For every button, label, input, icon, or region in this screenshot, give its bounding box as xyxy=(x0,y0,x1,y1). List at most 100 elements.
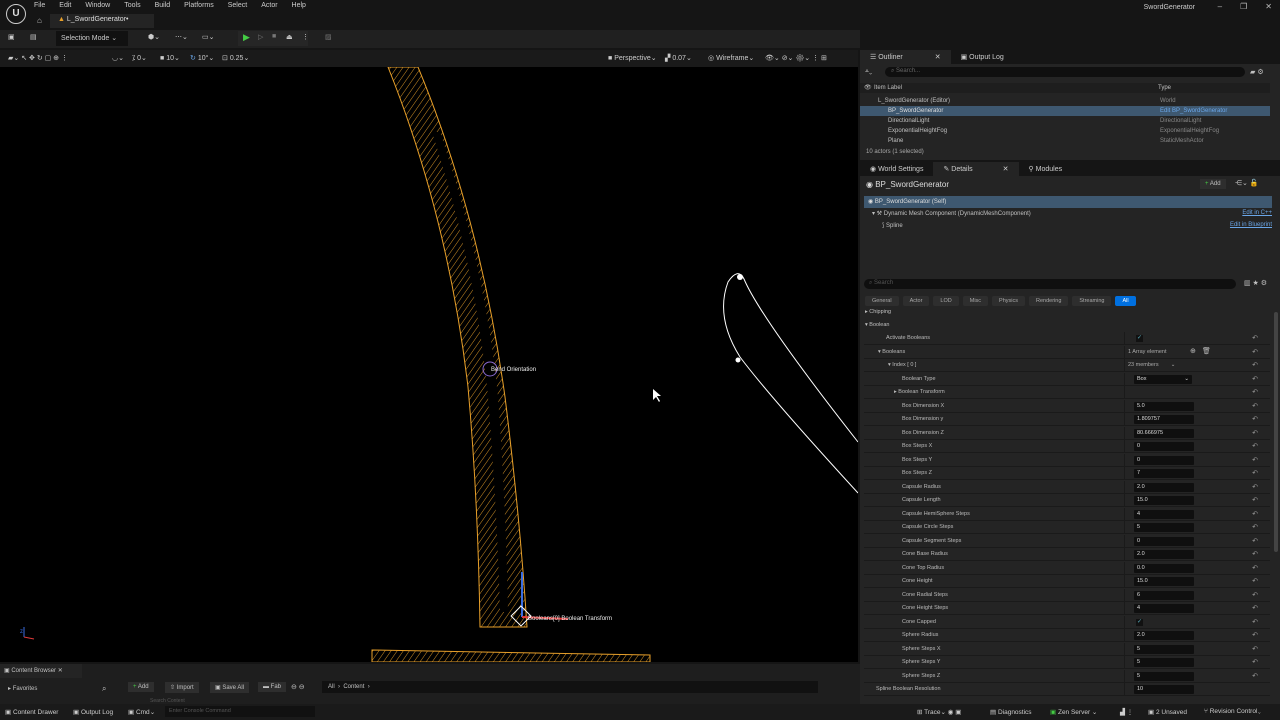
filter-icon[interactable]: ⩡⌄ xyxy=(865,68,872,76)
unsaved-button[interactable]: ▣ 2 Unsaved xyxy=(1148,708,1187,716)
menu-help[interactable]: Help xyxy=(292,2,306,9)
reset-to-default-icon[interactable]: ↶ xyxy=(1252,672,1258,680)
outliner-row[interactable]: Plane StaticMeshActor xyxy=(860,136,1270,146)
save-icon[interactable]: ▣ xyxy=(8,33,15,41)
filter-lod[interactable]: LOD xyxy=(933,296,959,306)
reset-to-default-icon[interactable]: ↶ xyxy=(1252,483,1258,491)
reset-to-default-icon[interactable]: ↶ xyxy=(1252,334,1258,342)
reset-to-default-icon[interactable]: ↶ xyxy=(1252,631,1258,639)
play-icon[interactable]: ▶ xyxy=(243,32,250,43)
add-element-icon[interactable]: ⊕ xyxy=(1190,347,1196,355)
property-input[interactable]: 1.809757 xyxy=(1134,415,1194,424)
fab-button[interactable]: ▬ Fab xyxy=(258,682,287,692)
property-dropdown[interactable]: Box ⌄ xyxy=(1134,374,1192,384)
snap-translate[interactable]: ⁒ 0⌄ xyxy=(132,54,147,62)
tab-details[interactable]: ✎ Details ✕ xyxy=(933,162,1019,176)
stop-icon[interactable]: ■ xyxy=(272,33,276,40)
property-input[interactable]: 0.0 xyxy=(1134,563,1194,573)
property-input[interactable]: 15.0 xyxy=(1134,577,1194,586)
section-chipping[interactable]: ▸ Chipping xyxy=(865,309,891,315)
reset-to-default-icon[interactable]: ↶ xyxy=(1252,388,1258,396)
reset-to-default-icon[interactable]: ↶ xyxy=(1252,469,1258,477)
property-value[interactable]: 23 members ⌄ xyxy=(1128,362,1175,368)
output-log-button[interactable]: ▣ Output Log xyxy=(73,708,113,716)
property-input[interactable]: 5 xyxy=(1134,523,1194,532)
grid-snap[interactable]: ■ 10⌄ xyxy=(160,54,180,62)
camera-speed[interactable]: ▞ 0.07⌄ xyxy=(665,54,692,62)
reset-to-default-icon[interactable]: ↶ xyxy=(1252,645,1258,653)
zen-server-button[interactable]: ▣ Zen Server ⌄ xyxy=(1050,708,1097,716)
section-boolean[interactable]: ▾ Boolean xyxy=(865,322,889,328)
filter-rendering[interactable]: Rendering xyxy=(1029,296,1069,306)
property-input[interactable]: 5.0 xyxy=(1134,401,1194,411)
edit-cpp-link[interactable]: Edit in C++ xyxy=(1242,210,1272,216)
eject-icon[interactable]: ⏏ xyxy=(286,33,293,41)
console-input[interactable]: Enter Console Command xyxy=(165,706,315,717)
close-tab-icon[interactable]: ✕ xyxy=(1003,166,1009,173)
property-input[interactable]: 2.0 xyxy=(1134,550,1194,559)
property-input[interactable]: 0 xyxy=(1134,455,1194,465)
crumb-all[interactable]: All xyxy=(328,684,335,690)
col-type[interactable]: Type xyxy=(1158,85,1171,91)
outliner-search-input[interactable]: ⌕ Search... xyxy=(885,67,1245,77)
step-icon[interactable]: ▷ xyxy=(258,33,263,41)
reset-to-default-icon[interactable]: ↶ xyxy=(1252,429,1258,437)
level-tab[interactable]: ▲ L_SwordGenerator• xyxy=(50,14,154,28)
reset-to-default-icon[interactable]: ↶ xyxy=(1252,550,1258,558)
property-input[interactable]: 2.0 xyxy=(1134,482,1194,492)
home-icon[interactable]: ⌂ xyxy=(37,16,42,25)
cmd-dropdown[interactable]: ▣ Cmd⌄ xyxy=(128,708,155,716)
search-icon[interactable]: ⌕ xyxy=(102,684,106,694)
menu-window[interactable]: Window xyxy=(85,2,110,9)
edit-blueprint-link[interactable]: Edit in Blueprint xyxy=(1230,222,1272,228)
menu-build[interactable]: Build xyxy=(155,2,171,9)
details-scrollbar[interactable] xyxy=(1274,312,1278,552)
outliner-row[interactable]: ExponentialHeightFog ExponentialHeightFog xyxy=(860,126,1270,136)
filter-all[interactable]: All xyxy=(1115,296,1136,306)
filter-general[interactable]: General xyxy=(865,296,899,306)
property-input[interactable]: 0 xyxy=(1134,442,1194,451)
scale-snap[interactable]: ⊡ 0.25⌄ xyxy=(222,54,249,62)
diagnostics-button[interactable]: ▤ Diagnostics xyxy=(990,708,1032,716)
property-checkbox[interactable]: ✓ xyxy=(1136,618,1143,626)
reset-to-default-icon[interactable]: ↶ xyxy=(1252,456,1258,464)
tab-content-browser[interactable]: ▣ Content Browser ✕ xyxy=(0,664,82,678)
component-spline[interactable]: ⟆ Spline xyxy=(882,222,903,229)
filter-actor[interactable]: Actor xyxy=(902,296,930,306)
property-input[interactable]: 5 xyxy=(1134,658,1194,667)
close-tab-icon[interactable]: ✕ xyxy=(935,54,941,61)
import-button[interactable]: ⇧ Import xyxy=(165,682,199,693)
close-icon[interactable]: ✕ xyxy=(1265,2,1272,11)
tab-world-settings[interactable]: ◉ World Settings xyxy=(860,162,933,176)
trace-dropdown[interactable]: ⊞ Trace⌄ ◉ ▣ xyxy=(917,708,961,716)
reset-to-default-icon[interactable]: ↶ xyxy=(1252,496,1258,504)
reset-to-default-icon[interactable]: ↶ xyxy=(1252,523,1258,531)
blueprint-options-icon[interactable]: ⋲⌄ 🔓 xyxy=(1235,179,1259,187)
property-input[interactable]: 7 xyxy=(1134,469,1194,478)
save-all-button[interactable]: ▣ Save All xyxy=(210,682,250,693)
property-checkbox[interactable]: ✓ xyxy=(1136,335,1143,342)
cinematics-icon[interactable]: ▭⌄ xyxy=(202,33,214,41)
tab-output-log[interactable]: ▣ Output Log xyxy=(951,50,1014,64)
filter-streaming[interactable]: Streaming xyxy=(1072,296,1112,306)
reset-to-default-icon[interactable]: ↶ xyxy=(1252,402,1258,410)
menu-file[interactable]: File xyxy=(34,2,45,9)
reset-to-default-icon[interactable]: ↶ xyxy=(1252,510,1258,518)
reset-to-default-icon[interactable]: ↶ xyxy=(1252,618,1258,626)
browse-icon[interactable]: ▤ xyxy=(30,33,37,41)
add-button[interactable]: + Add xyxy=(128,682,154,692)
details-options-icon[interactable]: ▥ ★ ⚙ xyxy=(1244,279,1267,287)
content-drawer-button[interactable]: ▣ Content Drawer xyxy=(5,708,58,716)
view-mode-dropdown[interactable]: ◎ Wireframe⌄ xyxy=(708,54,754,62)
menu-select[interactable]: Select xyxy=(228,2,247,9)
property-input[interactable]: 5 xyxy=(1134,644,1194,654)
reset-to-default-icon[interactable]: ↶ xyxy=(1252,591,1258,599)
reset-to-default-icon[interactable]: ↶ xyxy=(1252,537,1258,545)
derived-data-icon[interactable]: ▟ ⋮ xyxy=(1120,708,1133,716)
outliner-row[interactable]: L_SwordGenerator (Editor) World xyxy=(860,96,1270,106)
tab-modules[interactable]: ⚲ Modules xyxy=(1019,162,1073,176)
outliner-row[interactable]: BP_SwordGenerator Edit BP_SwordGenerator xyxy=(860,106,1270,116)
col-item-label[interactable]: Item Label xyxy=(874,85,902,91)
reset-to-default-icon[interactable]: ↶ xyxy=(1252,577,1258,585)
reset-to-default-icon[interactable]: ↶ xyxy=(1252,415,1258,423)
